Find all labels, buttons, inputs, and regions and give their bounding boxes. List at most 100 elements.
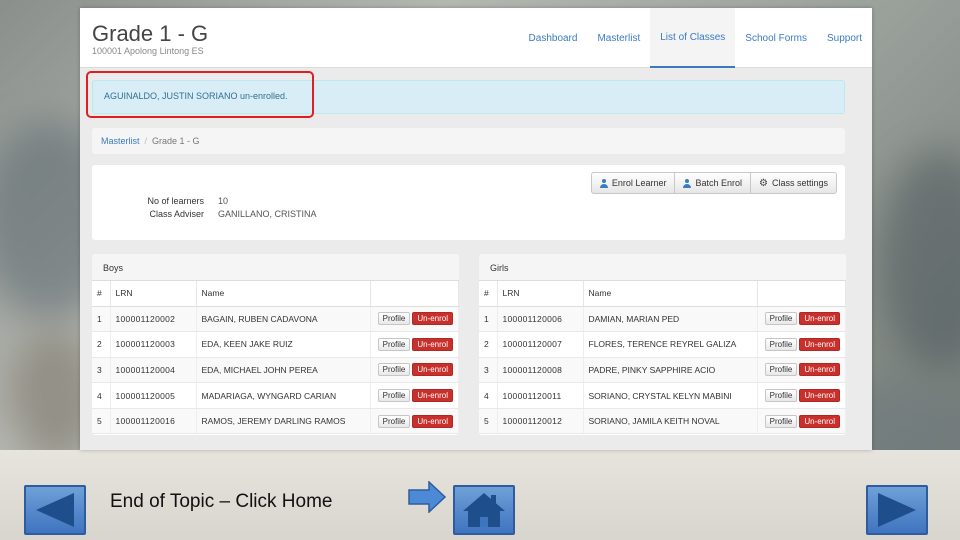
column-header-actions — [370, 281, 459, 307]
row-actions: Profile Un-enrol — [757, 382, 846, 409]
home-icon — [480, 517, 488, 527]
row-name: FLORES, TERENCE REYREL GALIZA — [583, 331, 758, 358]
unenrol-button[interactable]: Un-enrol — [799, 389, 840, 403]
row-num: 2 — [92, 331, 111, 358]
row-num: 1 — [479, 306, 498, 333]
top-navbar: Grade 1 - G 100001 Apolong Lintong ES Da… — [80, 8, 872, 68]
unenrol-button[interactable]: Un-enrol — [799, 337, 840, 351]
batch-enrol-label: Batch Enrol — [695, 178, 742, 188]
unenrol-button[interactable]: Un-enrol — [799, 414, 840, 428]
class-actions: Enrol Learner Batch Enrol ⚙ Class settin… — [590, 172, 837, 194]
profile-button[interactable]: Profile — [764, 389, 798, 403]
row-name: SORIANO, JAMILA KEITH NOVAL — [583, 408, 758, 435]
nav-list-of-classes[interactable]: List of Classes — [650, 8, 736, 68]
row-lrn: 100001120012 — [497, 408, 584, 435]
profile-button[interactable]: Profile — [377, 337, 411, 351]
row-num: 5 — [92, 408, 111, 435]
row-lrn: 100001120016 — [110, 408, 197, 435]
table-row: 5 100001120016 RAMOS, JEREMY DARLING RAM… — [92, 408, 459, 435]
row-name: SORIANO, CRYSTAL KELYN MABINI — [583, 382, 758, 409]
home-icon — [463, 493, 505, 511]
alert-highlight-box — [86, 71, 314, 118]
nav-school-forms[interactable]: School Forms — [735, 8, 817, 68]
profile-button[interactable]: Profile — [764, 337, 798, 351]
row-name: PADRE, PINKY SAPPHIRE ACIO — [583, 357, 758, 384]
row-lrn: 100001120005 — [110, 382, 197, 409]
column-header-lrn: LRN — [497, 281, 584, 307]
class-settings-label: Class settings — [771, 178, 828, 188]
row-name: EDA, KEEN JAKE RUIZ — [196, 331, 371, 358]
column-header-num: # — [92, 281, 111, 307]
table-row: 5 100001120012 SORIANO, JAMILA KEITH NOV… — [479, 408, 846, 435]
profile-button[interactable]: Profile — [377, 389, 411, 403]
next-slide-button[interactable] — [866, 485, 928, 535]
boys-table-header: # LRN Name — [92, 281, 459, 307]
background-photo-region — [880, 150, 960, 370]
profile-button[interactable]: Profile — [764, 312, 798, 326]
gear-icon: ⚙ — [759, 177, 768, 189]
row-num: 5 — [479, 408, 498, 435]
row-num: 3 — [92, 357, 111, 384]
unenrol-button[interactable]: Un-enrol — [412, 363, 453, 377]
profile-button[interactable]: Profile — [764, 363, 798, 377]
previous-slide-button[interactable] — [24, 485, 86, 535]
profile-button[interactable]: Profile — [764, 414, 798, 428]
adviser-value: GANILLANO, CRISTINA — [218, 209, 317, 219]
unenrol-button[interactable]: Un-enrol — [412, 414, 453, 428]
home-button[interactable] — [453, 485, 515, 535]
profile-button[interactable]: Profile — [377, 312, 411, 326]
learners-label: No of learners — [147, 196, 204, 206]
profile-button[interactable]: Profile — [377, 363, 411, 377]
row-name: RAMOS, JEREMY DARLING RAMOS — [196, 408, 371, 435]
girls-table-header: # LRN Name — [479, 281, 846, 307]
table-row: 3 100001120008 PADRE, PINKY SAPPHIRE ACI… — [479, 357, 846, 384]
boys-table: # LRN Name 1 100001120002 BAGAIN, RUBEN … — [92, 281, 459, 435]
learners-row: No of learners 10 — [92, 196, 392, 208]
unenrol-button[interactable]: Un-enrol — [799, 363, 840, 377]
column-header-lrn: LRN — [110, 281, 197, 307]
nav-masterlist[interactable]: Masterlist — [587, 8, 650, 68]
breadcrumb-masterlist[interactable]: Masterlist — [101, 136, 140, 146]
unenrol-button[interactable]: Un-enrol — [412, 389, 453, 403]
batch-enrol-button[interactable]: Batch Enrol — [675, 172, 751, 194]
row-num: 2 — [479, 331, 498, 358]
row-lrn: 100001120006 — [497, 306, 584, 333]
row-num: 1 — [92, 306, 111, 333]
row-actions: Profile Un-enrol — [370, 357, 459, 384]
table-row: 1 100001120002 BAGAIN, RUBEN CADAVONA Pr… — [92, 306, 459, 333]
table-row: 2 100001120007 FLORES, TERENCE REYREL GA… — [479, 331, 846, 358]
main-nav: Dashboard Masterlist List of Classes Sch… — [519, 8, 872, 68]
row-lrn: 100001120008 — [497, 357, 584, 384]
user-icon — [599, 178, 608, 188]
row-num: 4 — [92, 382, 111, 409]
table-row: 1 100001120006 DAMIAN, MARIAN PED Profil… — [479, 306, 846, 333]
table-row: 4 100001120005 MADARIAGA, WYNGARD CARIAN… — [92, 382, 459, 409]
breadcrumb: Masterlist / Grade 1 - G — [92, 128, 845, 154]
girls-panel-title: Girls — [479, 254, 846, 281]
class-settings-button[interactable]: ⚙ Class settings — [751, 172, 837, 194]
boys-panel-title: Boys — [92, 254, 459, 281]
column-header-actions — [757, 281, 846, 307]
row-lrn: 100001120004 — [110, 357, 197, 384]
row-actions: Profile Un-enrol — [370, 331, 459, 358]
row-name: EDA, MICHAEL JOHN PEREA — [196, 357, 371, 384]
unenrol-button[interactable]: Un-enrol — [799, 312, 840, 326]
school-subtitle: 100001 Apolong Lintong ES — [92, 46, 204, 56]
nav-support[interactable]: Support — [817, 8, 872, 68]
row-actions: Profile Un-enrol — [757, 408, 846, 435]
boys-panel: Boys # LRN Name 1 100001120002 BAGAIN, R… — [92, 254, 459, 435]
enrol-learner-label: Enrol Learner — [611, 178, 667, 188]
slide-caption: End of Topic – Click Home — [110, 491, 333, 512]
unenrol-button[interactable]: Un-enrol — [412, 337, 453, 351]
table-row: 3 100001120004 EDA, MICHAEL JOHN PEREA P… — [92, 357, 459, 384]
row-actions: Profile Un-enrol — [757, 357, 846, 384]
class-info-panel: No of learners 10 Class Adviser GANILLAN… — [92, 165, 845, 240]
row-lrn: 100001120007 — [497, 331, 584, 358]
nav-dashboard[interactable]: Dashboard — [519, 8, 588, 68]
row-lrn: 100001120003 — [110, 331, 197, 358]
enrol-learner-button[interactable]: Enrol Learner — [590, 172, 676, 194]
profile-button[interactable]: Profile — [377, 414, 411, 428]
row-num: 3 — [479, 357, 498, 384]
unenrol-button[interactable]: Un-enrol — [412, 312, 453, 326]
adviser-row: Class Adviser GANILLANO, CRISTINA — [92, 209, 392, 221]
